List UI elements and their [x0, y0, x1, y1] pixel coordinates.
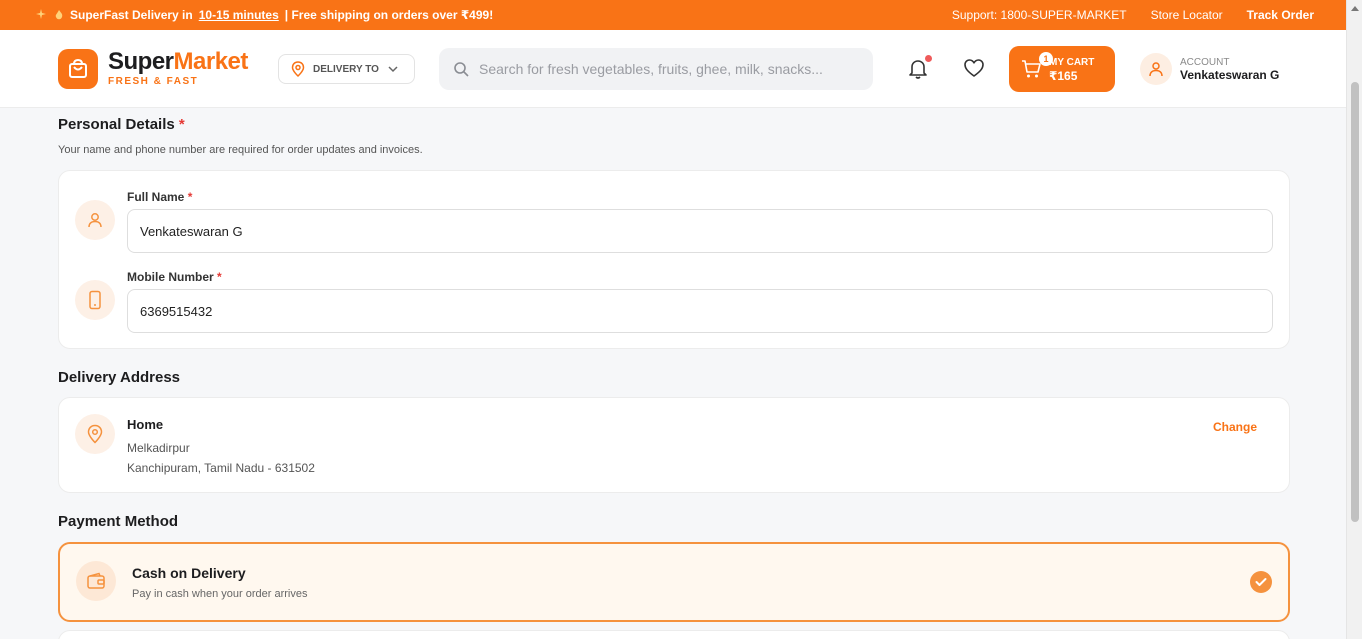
user-icon	[1149, 62, 1163, 77]
search-input[interactable]	[479, 61, 859, 77]
required-mark: *	[217, 270, 222, 284]
promo-text-pre: SuperFast Delivery in	[70, 8, 193, 22]
notification-dot	[925, 55, 932, 62]
check-icon	[1250, 571, 1272, 593]
delivery-address-title: Delivery Address	[58, 369, 181, 386]
delivery-label: DELIVERY TO	[313, 63, 379, 75]
personal-details-subtitle: Your name and phone number are required …	[58, 144, 423, 156]
full-name-label: Full Name *	[127, 190, 192, 204]
cart-amount: ₹165	[1049, 68, 1078, 83]
address-line-1: Melkadirpur	[127, 441, 190, 455]
sparkle-icon	[36, 9, 46, 19]
heart-icon	[964, 59, 984, 77]
location-icon-circle	[75, 414, 115, 454]
wallet-icon-circle	[76, 561, 116, 601]
full-name-input[interactable]	[127, 209, 1273, 253]
payment-option-subtitle: Pay in cash when your order arrives	[132, 588, 308, 600]
payment-option-title: Cash on Delivery	[132, 565, 246, 581]
personal-details-title: Personal Details *	[58, 116, 185, 133]
full-name-label-text: Full Name	[127, 190, 185, 204]
required-mark: *	[187, 190, 193, 204]
account-menu[interactable]: ACCOUNT Venkateswaran G	[1140, 53, 1279, 85]
wallet-icon	[87, 572, 105, 589]
cart-button[interactable]: 1 MY CART ₹165	[1009, 46, 1115, 92]
search-icon	[454, 62, 469, 77]
phone-icon-circle	[75, 280, 115, 320]
header: SuperMarket FRESH & FAST DELIVERY TO 1 M…	[0, 30, 1346, 108]
account-label: ACCOUNT	[1180, 56, 1230, 68]
payment-option-next[interactable]	[58, 630, 1290, 639]
personal-details-card: Full Name * Mobile Number *	[58, 170, 1290, 349]
cart-label: MY CART	[1049, 56, 1095, 68]
location-pin-icon	[291, 61, 305, 77]
search-bar	[439, 48, 873, 90]
change-address-button[interactable]: Change	[1213, 420, 1257, 434]
notifications-button[interactable]	[907, 55, 932, 84]
payment-option-cod[interactable]: Cash on Delivery Pay in cash when your o…	[58, 542, 1290, 622]
logo-icon[interactable]	[58, 49, 98, 89]
fire-icon	[55, 10, 63, 20]
mobile-number-label: Mobile Number *	[127, 270, 222, 284]
track-order-link[interactable]: Track Order	[1247, 8, 1314, 22]
store-locator-link[interactable]: Store Locator	[1151, 8, 1223, 22]
logo-part1: Super	[108, 48, 174, 75]
promo-text-post: | Free shipping on orders over ₹499!	[284, 8, 494, 22]
cart-count-badge: 1	[1039, 52, 1053, 66]
account-name: Venkateswaran G	[1180, 67, 1280, 82]
user-icon	[88, 213, 102, 228]
promo-highlight: 10-15 minutes	[198, 8, 279, 22]
chevron-down-icon	[388, 66, 398, 73]
required-mark: *	[178, 116, 185, 133]
delivery-address-card: Home Melkadirpur Kanchipuram, Tamil Nadu…	[58, 397, 1290, 493]
address-type: Home	[127, 417, 164, 432]
logo[interactable]: SuperMarket FRESH & FAST	[108, 48, 249, 88]
location-pin-icon	[87, 424, 103, 444]
logo-part2: Market	[173, 48, 249, 75]
phone-icon	[89, 290, 101, 310]
logo-tagline: FRESH & FAST	[108, 76, 199, 87]
avatar	[1140, 53, 1172, 85]
mobile-number-input[interactable]	[127, 289, 1273, 333]
scrollbar[interactable]	[1346, 0, 1362, 639]
delivery-location-button[interactable]: DELIVERY TO	[278, 54, 415, 84]
scrollbar-thumb[interactable]	[1351, 82, 1359, 522]
wishlist-button[interactable]	[963, 58, 985, 83]
personal-details-heading: Personal Details	[58, 116, 175, 133]
support-link[interactable]: Support: 1800-SUPER-MARKET	[952, 8, 1127, 22]
address-line-2: Kanchipuram, Tamil Nadu - 631502	[127, 461, 315, 475]
scroll-up-arrow[interactable]	[1351, 6, 1359, 11]
mobile-number-label-text: Mobile Number	[127, 270, 214, 284]
promo-bar: SuperFast Delivery in 10-15 minutes | Fr…	[0, 0, 1346, 30]
payment-method-title: Payment Method	[58, 513, 179, 530]
user-icon-circle	[75, 200, 115, 240]
